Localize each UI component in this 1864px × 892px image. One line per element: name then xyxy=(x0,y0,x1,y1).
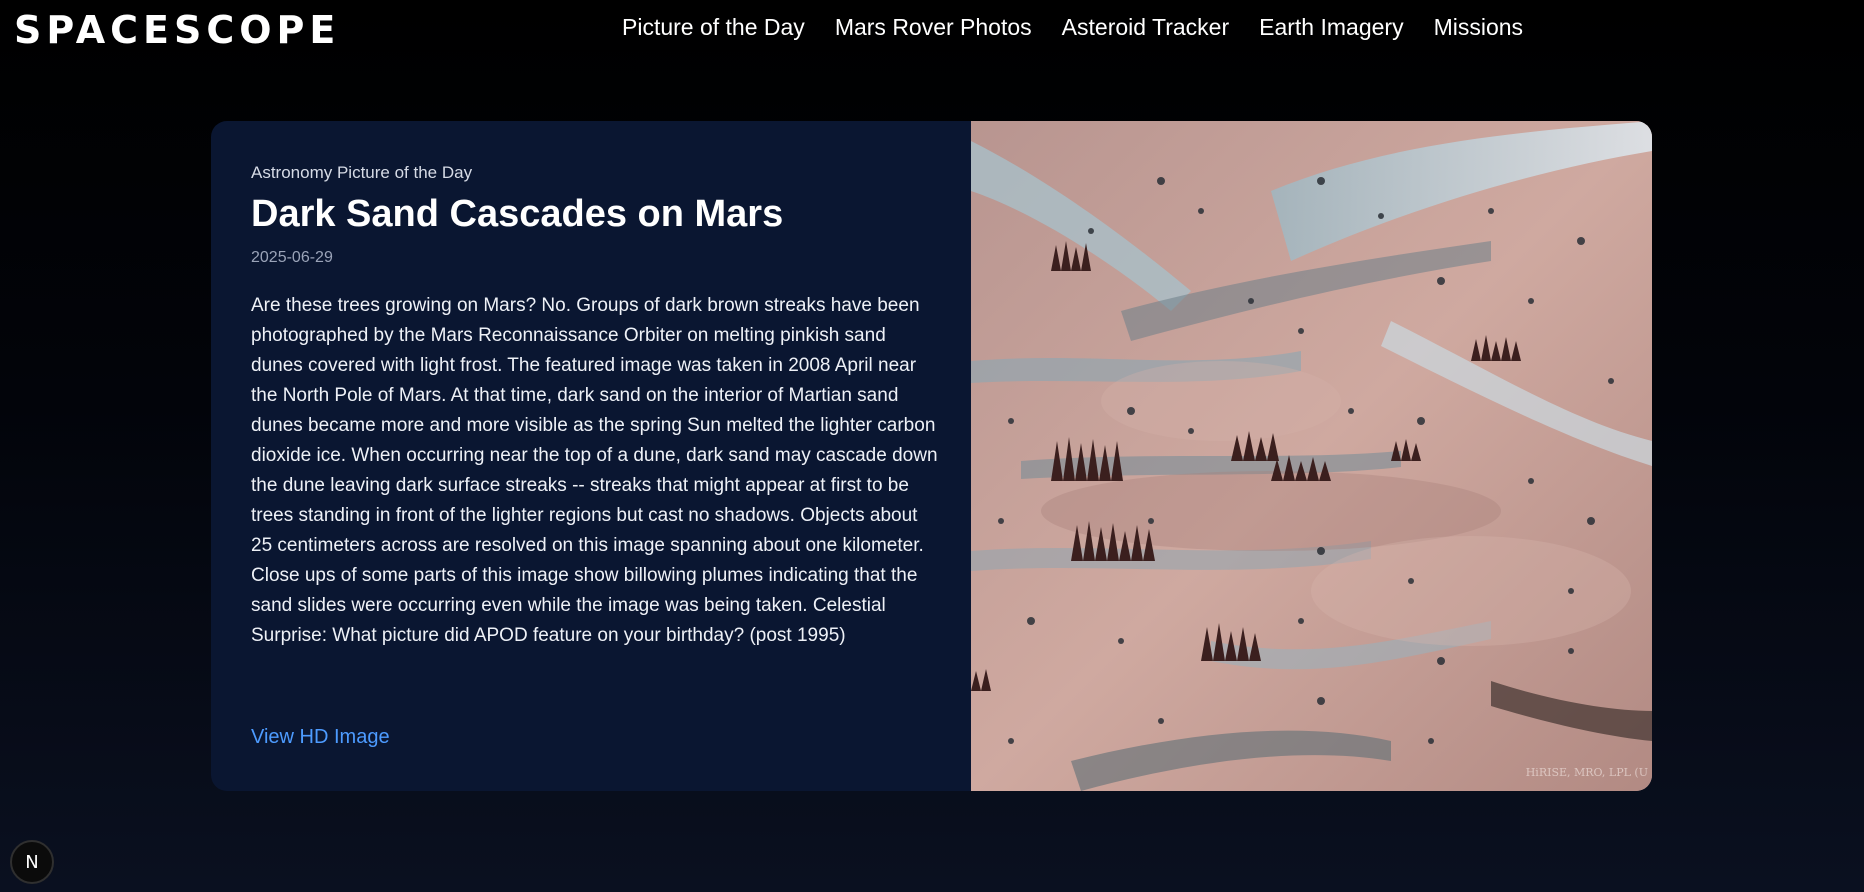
nav-picture-of-the-day[interactable]: Picture of the Day xyxy=(622,14,805,41)
nav-earth-imagery[interactable]: Earth Imagery xyxy=(1259,14,1403,41)
apod-card: Astronomy Picture of the Day Dark Sand C… xyxy=(211,121,1652,791)
image-credit: HiRISE, MRO, LPL (U xyxy=(1525,766,1648,779)
apod-description: Are these trees growing on Mars? No. Gro… xyxy=(251,294,938,646)
view-hd-image-link[interactable]: View HD Image xyxy=(251,726,390,749)
nav-asteroid-tracker[interactable]: Asteroid Tracker xyxy=(1062,14,1229,41)
apod-title: Dark Sand Cascades on Mars xyxy=(251,193,784,235)
apod-text-panel: Astronomy Picture of the Day Dark Sand C… xyxy=(211,121,971,791)
apod-image[interactable]: HiRISE, MRO, LPL (U xyxy=(971,121,1652,791)
main-nav: Picture of the Day Mars Rover Photos Ast… xyxy=(622,14,1523,41)
nav-missions[interactable]: Missions xyxy=(1434,14,1523,41)
nav-mars-rover-photos[interactable]: Mars Rover Photos xyxy=(835,14,1032,41)
mars-dunes-image xyxy=(971,121,1652,791)
site-logo[interactable]: SPACESCOPE xyxy=(14,8,340,52)
next-devtools-badge[interactable]: N xyxy=(10,840,54,884)
apod-eyebrow: Astronomy Picture of the Day xyxy=(251,163,473,182)
apod-date: 2025-06-29 xyxy=(251,248,333,266)
